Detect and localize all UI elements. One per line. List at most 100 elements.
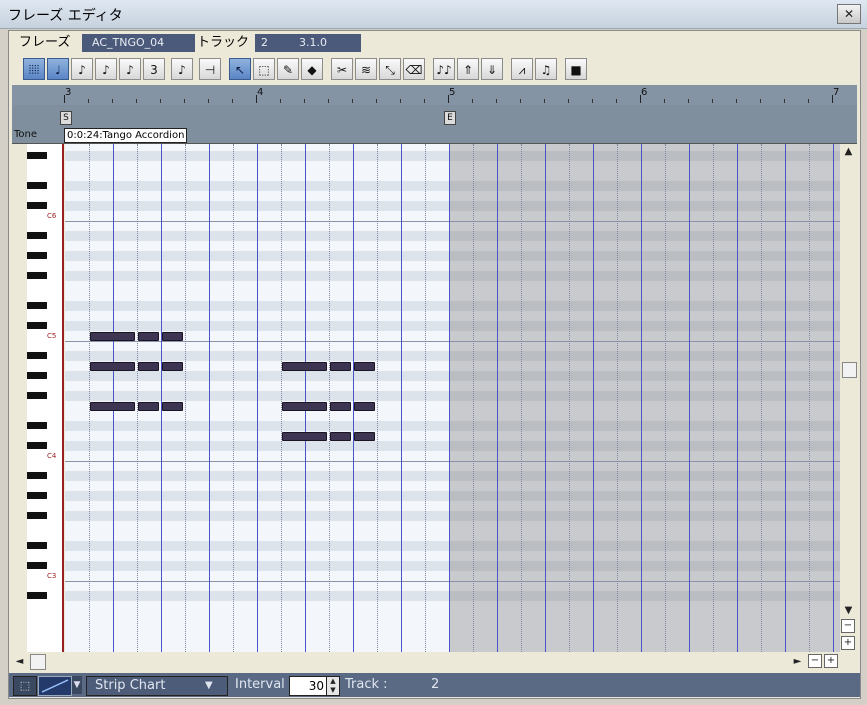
note-A4[interactable] [354, 362, 375, 371]
black-key[interactable] [27, 422, 47, 429]
sub-beat-line [569, 144, 570, 652]
black-key[interactable] [27, 372, 47, 379]
zoom-in-vertical-button[interactable]: + [841, 636, 855, 650]
pencil-note-icon[interactable]: ✎ [277, 58, 299, 80]
black-key[interactable] [27, 152, 47, 159]
note-F4[interactable] [138, 402, 159, 411]
ruler-tick [352, 99, 353, 103]
sixteenth-note-icon[interactable]: ♪ [95, 58, 117, 80]
line-tool-icon[interactable] [38, 676, 72, 696]
note-D4[interactable] [282, 432, 327, 441]
black-key[interactable] [27, 302, 47, 309]
transpose-down-icon[interactable]: ⇓ [481, 58, 503, 80]
black-key[interactable] [27, 592, 47, 599]
vertical-scrollbar[interactable]: ▲ ▼ − + [840, 144, 857, 652]
note-F4[interactable] [162, 402, 183, 411]
sub-beat-line [809, 144, 810, 652]
zoom-in-horizontal-button[interactable]: + [824, 654, 838, 668]
note-A4[interactable] [138, 362, 159, 371]
scroll-right-arrow-icon[interactable]: ► [790, 654, 805, 669]
transpose-up-icon[interactable]: ⇑ [457, 58, 479, 80]
arpeggio-icon[interactable]: ⩘ [511, 58, 533, 80]
black-key[interactable] [27, 392, 47, 399]
eraser-icon[interactable]: ⌫ [403, 58, 425, 80]
scroll-down-arrow-icon[interactable]: ▼ [841, 603, 856, 618]
close-button[interactable]: ✕ [837, 4, 861, 24]
resize-icon[interactable]: ⤡ [379, 58, 401, 80]
scroll-up-arrow-icon[interactable]: ▲ [841, 144, 856, 159]
glue-icon[interactable]: ≋ [355, 58, 377, 80]
black-key[interactable] [27, 182, 47, 189]
ruler-tick [616, 99, 617, 103]
zoom-out-horizontal-button[interactable]: − [808, 654, 822, 668]
black-key[interactable] [27, 232, 47, 239]
black-key[interactable] [27, 492, 47, 499]
octave-line [65, 461, 840, 462]
note-C5[interactable] [138, 332, 159, 341]
note-F4[interactable] [90, 402, 135, 411]
track-number[interactable]: 2 [255, 34, 296, 52]
vertical-scroll-thumb[interactable] [842, 362, 857, 378]
horizontal-scrollbar[interactable]: ◄ ► − + [12, 653, 857, 670]
note-C5[interactable] [90, 332, 135, 341]
note-D4[interactable] [354, 432, 375, 441]
grid-icon[interactable]: ⦙⦙⦙⦙ [23, 58, 45, 80]
select-range-icon[interactable]: ⬚ [253, 58, 275, 80]
note-D4[interactable] [330, 432, 351, 441]
piano-keyboard[interactable]: C6 C5 C4 C3 [27, 144, 64, 652]
note-A4[interactable] [162, 362, 183, 371]
piano-roll-grid[interactable] [65, 144, 840, 652]
pointer-icon[interactable]: ↖ [229, 58, 251, 80]
view-type-select[interactable]: Strip Chart ▼ [86, 676, 228, 696]
black-key[interactable] [27, 442, 47, 449]
black-key[interactable] [27, 272, 47, 279]
title-bar[interactable]: フレーズ エディタ ✕ [0, 0, 867, 29]
cut-icon[interactable]: ✂ [331, 58, 353, 80]
horizontal-scroll-thumb[interactable] [30, 654, 46, 670]
note-A4[interactable] [282, 362, 327, 371]
measure-ruler[interactable]: 3 4 5 6 7 [12, 85, 857, 105]
interval-stepper[interactable]: ▲ ▼ [326, 676, 340, 696]
thirtysecond-note-icon[interactable]: ♪ [119, 58, 141, 80]
note-A4[interactable] [330, 362, 351, 371]
editor-client: フレーズ AC_TNGO_04 トラック 2 3.1.0 ⦙⦙⦙⦙ ♩ ♪ ♪ ♪ 3 ♪ ⊣… [8, 30, 861, 699]
tone-value[interactable]: 0:0:24:Tango Accordion [64, 128, 188, 143]
track-time[interactable]: 3.1.0 [296, 34, 361, 52]
play-note-icon[interactable]: ♫ [535, 58, 557, 80]
ruler-tick [544, 99, 545, 103]
black-key[interactable] [27, 472, 47, 479]
dotted-note-icon[interactable]: ♪ [171, 58, 193, 80]
black-key[interactable] [27, 322, 47, 329]
ruler-tick [664, 99, 665, 103]
select-tool-icon[interactable]: ⬚ [13, 676, 37, 696]
sub-beat-line [425, 144, 426, 652]
sub-beat-line [281, 144, 282, 652]
scroll-left-arrow-icon[interactable]: ◄ [12, 654, 27, 669]
quarter-note-icon[interactable]: ♩ [47, 58, 69, 80]
black-key[interactable] [27, 542, 47, 549]
interval-input[interactable]: 30 [289, 676, 327, 696]
phrase-value[interactable]: AC_TNGO_04 [82, 34, 195, 52]
start-marker[interactable]: S [60, 111, 72, 125]
note-C5[interactable] [162, 332, 183, 341]
tie-icon[interactable]: ⊣ [199, 58, 221, 80]
black-key[interactable] [27, 202, 47, 209]
ruler-tick [736, 99, 737, 103]
triplet-icon[interactable]: 3 [143, 58, 165, 80]
black-key[interactable] [27, 562, 47, 569]
window-title: フレーズ エディタ [8, 8, 123, 24]
note-A4[interactable] [90, 362, 135, 371]
line-tool-dropdown-icon[interactable]: ▼ [72, 676, 82, 694]
quantize-icon[interactable]: ♪♪ [433, 58, 455, 80]
eighth-note-icon[interactable]: ♪ [71, 58, 93, 80]
note-F4[interactable] [354, 402, 375, 411]
note-F4[interactable] [330, 402, 351, 411]
paint-icon[interactable]: ◆ [301, 58, 323, 80]
end-marker[interactable]: E [444, 111, 456, 125]
note-F4[interactable] [282, 402, 327, 411]
zoom-out-vertical-button[interactable]: − [841, 619, 855, 633]
stop-icon[interactable]: ■ [565, 58, 587, 80]
black-key[interactable] [27, 352, 47, 359]
black-key[interactable] [27, 252, 47, 259]
black-key[interactable] [27, 512, 47, 519]
